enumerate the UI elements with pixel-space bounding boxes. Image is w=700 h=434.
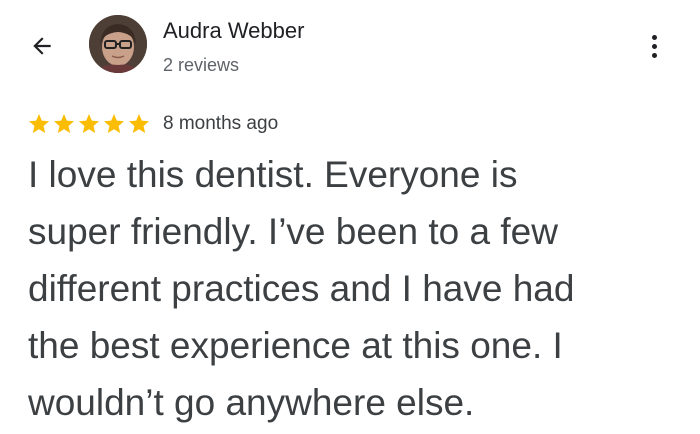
back-button[interactable] (22, 26, 62, 66)
more-vert-icon (651, 34, 657, 40)
star-icon (104, 114, 124, 133)
star-icon (79, 114, 99, 133)
star-icon (29, 114, 49, 133)
review-time: 8 months ago (163, 113, 279, 134)
review-text: I love this dentist. Everyone is super f… (28, 154, 575, 423)
author-review-count: 2 reviews (163, 55, 240, 75)
avatar[interactable] (89, 15, 147, 73)
author-info[interactable]: Audra Webber 2 reviews (163, 17, 304, 77)
more-options-button[interactable] (638, 28, 670, 64)
star-icon (54, 114, 74, 133)
star-icon (129, 114, 149, 133)
rating-row: 8 months ago (27, 111, 278, 137)
author-name[interactable]: Audra Webber (163, 17, 304, 45)
avatar-photo (89, 15, 147, 73)
arrow-back-icon (33, 37, 51, 55)
star-rating (27, 112, 151, 136)
